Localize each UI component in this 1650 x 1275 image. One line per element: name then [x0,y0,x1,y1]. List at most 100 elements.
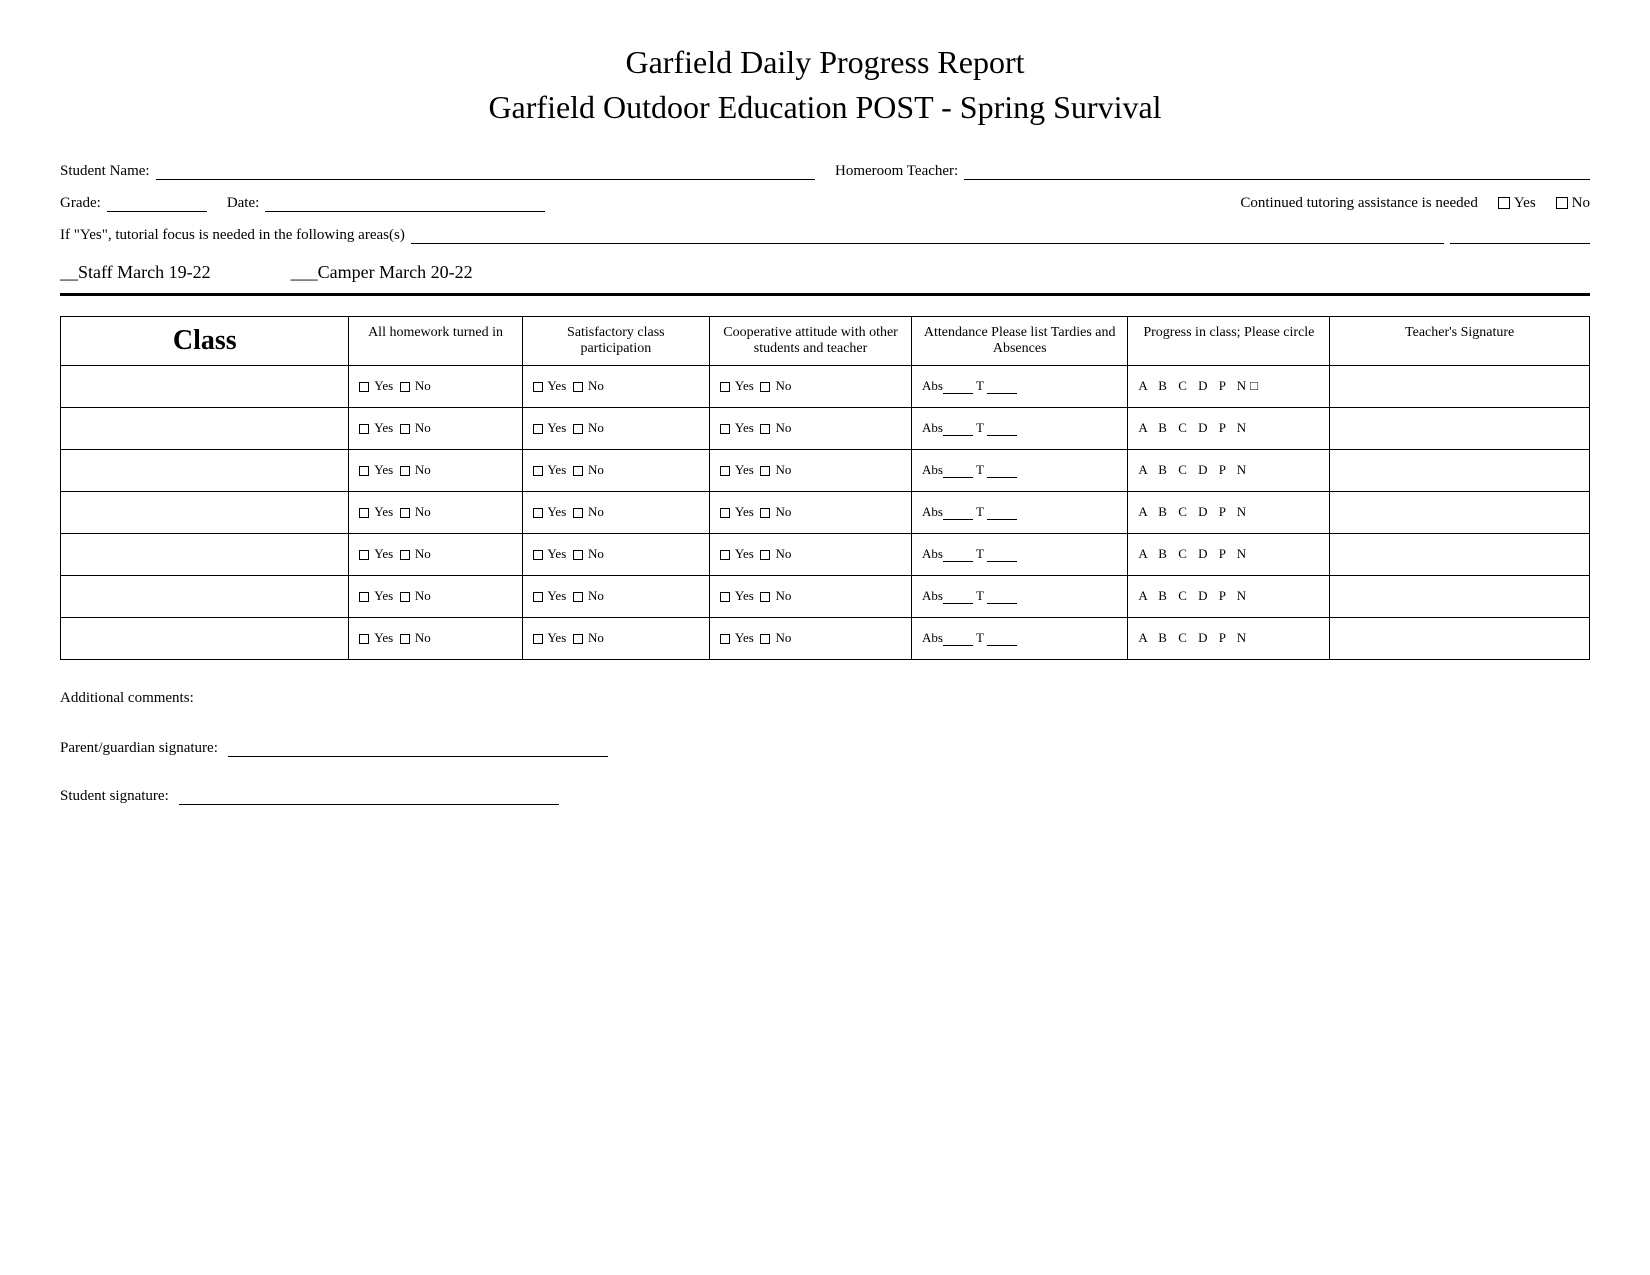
tutorial-focus-input[interactable] [411,224,1444,244]
student-signature-line[interactable] [179,785,559,805]
signature-cell[interactable] [1330,575,1590,617]
attendance-abs-t: Abs T [922,420,1017,435]
table-row: Yes No Yes No Yes NoAbs T A B C D P N [61,449,1590,491]
class-cell[interactable] [61,575,349,617]
signature-cell[interactable] [1330,365,1590,407]
participation-cell[interactable]: Yes No [522,449,710,491]
tutoring-group: Continued tutoring assistance is needed … [565,195,1590,212]
attendance-cell[interactable]: Abs T [912,491,1128,533]
date-label: Date: [227,195,259,212]
table-row: Yes No Yes No Yes No Abs T A B C D P N [61,491,1590,533]
cooperative-yes-no: Yes No [720,588,791,603]
student-homeroom-row: Student Name: Homeroom Teacher: [60,160,1590,180]
homework-cell[interactable]: Yes No [349,365,522,407]
header-participation: Satisfactory class participation [522,316,710,365]
homework-yes-no: Yes No [359,546,430,561]
tutorial-focus-extra-input[interactable] [1450,224,1590,244]
homeroom-teacher-input[interactable] [964,160,1590,180]
table-row: Yes No Yes No Yes No Abs T A B C D P N□ [61,365,1590,407]
progress-cell[interactable]: A B C D P N [1128,407,1330,449]
table-row: Yes No Yes No Yes No Abs T A B C D P N [61,575,1590,617]
attendance-cell[interactable]: Abs T [912,365,1128,407]
no-checkbox-box [1556,197,1568,209]
class-cell[interactable] [61,407,349,449]
homework-cell[interactable]: Yes No [349,575,522,617]
student-name-input[interactable] [156,160,815,180]
participation-cell[interactable]: Yes No [522,575,710,617]
participation-yes-no: Yes No [533,420,604,435]
no-checkbox-group[interactable]: No [1556,195,1590,212]
homework-yes-no: Yes No [359,630,430,645]
cooperative-cell[interactable]: Yes No [710,407,912,449]
grade-date-row: Grade: Date: Continued tutoring assistan… [60,192,1590,212]
parent-guardian-signature-line[interactable] [228,737,608,757]
progress-cell[interactable]: A B C D P N [1128,449,1330,491]
attendance-cell[interactable]: Abs T [912,617,1128,659]
progress-cell[interactable]: A B C D P N [1128,617,1330,659]
cooperative-cell[interactable]: Yes No [710,449,912,491]
participation-yes-no: Yes No [533,462,604,477]
progress-cell[interactable]: A B C D P N□ [1128,365,1330,407]
tutorial-focus-row: If "Yes", tutorial focus is needed in th… [60,224,1590,244]
participation-cell[interactable]: Yes No [522,407,710,449]
grades-display: A B C D P N [1138,588,1250,603]
student-name-field: Student Name: [60,160,815,180]
attendance-abs-t: Abs T [922,588,1017,603]
signature-cell[interactable] [1330,407,1590,449]
homework-cell[interactable]: Yes No [349,617,522,659]
class-cell[interactable] [61,533,349,575]
progress-table: Class All homework turned in Satisfactor… [60,316,1590,660]
class-cell[interactable] [61,617,349,659]
cooperative-cell[interactable]: Yes No [710,617,912,659]
date-input[interactable] [265,192,545,212]
homework-yes-no: Yes No [359,588,430,603]
progress-cell[interactable]: A B C D P N [1128,575,1330,617]
class-cell[interactable] [61,365,349,407]
attendance-cell[interactable]: Abs T [912,575,1128,617]
attendance-cell[interactable]: Abs T [912,449,1128,491]
title-line2: Garfield Outdoor Education POST - Spring… [488,89,1161,125]
cooperative-cell[interactable]: Yes No [710,575,912,617]
participation-cell[interactable]: Yes No [522,365,710,407]
participation-cell[interactable]: Yes No [522,491,710,533]
yes-checkbox-group[interactable]: Yes [1498,195,1536,212]
grade-input[interactable] [107,192,207,212]
signature-cell[interactable] [1330,533,1590,575]
progress-cell[interactable]: A B C D P N [1128,491,1330,533]
student-name-label: Student Name: [60,163,150,180]
attendance-cell[interactable]: Abs T [912,533,1128,575]
cooperative-yes-no: Yes No [720,546,791,561]
cooperative-yes-no: Yes No [720,378,791,393]
homework-cell[interactable]: Yes No [349,533,522,575]
homework-cell[interactable]: Yes No [349,449,522,491]
homework-yes-no: Yes No [359,504,430,519]
attendance-cell[interactable]: Abs T [912,407,1128,449]
header-progress: Progress in class; Please circle [1128,316,1330,365]
signature-cell[interactable] [1330,491,1590,533]
cooperative-cell[interactable]: Yes No [710,365,912,407]
homework-cell[interactable]: Yes No [349,491,522,533]
participation-cell[interactable]: Yes No [522,617,710,659]
class-cell[interactable] [61,491,349,533]
cooperative-cell[interactable]: Yes No [710,533,912,575]
no-label: No [1572,195,1590,212]
homework-yes-no: Yes No [359,462,430,477]
cooperative-yes-no: Yes No [720,504,791,519]
homeroom-teacher-label: Homeroom Teacher: [835,163,958,180]
cooperative-cell[interactable]: Yes No [710,491,912,533]
divider [60,293,1590,296]
yes-checkbox-box [1498,197,1510,209]
signature-section: Parent/guardian signature: Student signa… [60,737,1590,805]
progress-cell[interactable]: A B C D P N [1128,533,1330,575]
signature-cell[interactable] [1330,617,1590,659]
participation-cell[interactable]: Yes No [522,533,710,575]
title-section: Garfield Daily Progress Report Garfield … [60,40,1590,130]
signature-cell[interactable] [1330,449,1590,491]
grade-field: Grade: [60,192,207,212]
header-class: Class [61,316,349,365]
table-row: Yes No Yes No Yes No Abs T A B C D P N [61,407,1590,449]
homework-cell[interactable]: Yes No [349,407,522,449]
attendance-abs-t: Abs T [922,630,1017,645]
participation-yes-no: Yes No [533,630,604,645]
class-cell[interactable] [61,449,349,491]
